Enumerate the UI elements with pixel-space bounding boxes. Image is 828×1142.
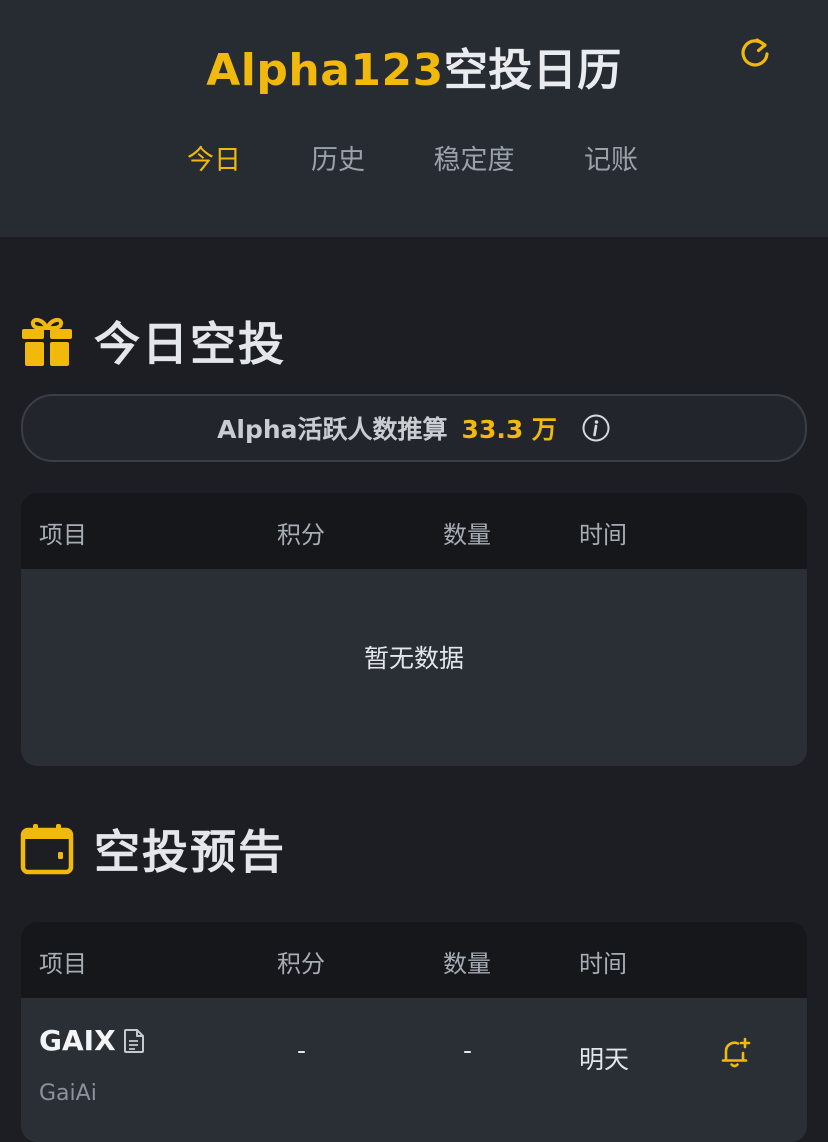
column-header-amount: 数量 (443, 521, 491, 549)
today-section-title: 今日空投 (94, 317, 286, 371)
calendar-icon (20, 824, 74, 875)
preview-section-title: 空投预告 (94, 825, 286, 879)
token-name: GaiAi (39, 1081, 97, 1106)
column-header-amount: 数量 (443, 950, 491, 978)
table-header: 项目 积分 数量 时间 (21, 493, 807, 569)
app-title: Alpha123空投日历 (0, 34, 828, 98)
tab-today[interactable]: 今日 (187, 138, 241, 177)
today-airdrop-table: 项目 积分 数量 时间 暂无数据 (21, 493, 807, 766)
app-title-rest: 空投日历 (443, 45, 622, 96)
app-header: Alpha123空投日历 今日 历史 稳定度 记账 (0, 0, 828, 237)
table-header: 项目 积分 数量 时间 (21, 922, 807, 998)
column-header-points: 积分 (277, 521, 325, 549)
empty-state-text: 暂无数据 (363, 644, 464, 673)
column-header-project: 项目 (39, 950, 87, 978)
active-users-value: 33.3 万 (461, 415, 557, 444)
today-section-header: 今日空投 (20, 311, 286, 371)
tab-bar: 今日 历史 稳定度 记账 (0, 138, 828, 182)
refresh-button[interactable] (734, 32, 778, 76)
refresh-icon (741, 38, 769, 67)
active-users-banner: Alpha活跃人数推算 33.3 万 (21, 394, 807, 462)
column-header-project: 项目 (39, 521, 87, 549)
bell-plus-icon[interactable] (718, 1036, 752, 1070)
time-value: 明天 (579, 1045, 630, 1074)
tab-history[interactable]: 历史 (311, 138, 365, 177)
active-users-label: Alpha活跃人数推算 (217, 415, 448, 444)
tab-bookkeeping[interactable]: 记账 (584, 138, 638, 177)
column-header-time: 时间 (579, 950, 627, 978)
column-header-points: 积分 (277, 950, 325, 978)
points-value: - (297, 1036, 307, 1065)
preview-section-header: 空投预告 (20, 819, 286, 879)
gift-icon (22, 317, 72, 366)
info-icon[interactable] (581, 413, 611, 443)
table-row[interactable]: GAIX GaiAi - - 明天 (21, 998, 807, 1128)
airdrop-preview-table: 项目 积分 数量 时间 GAIX GaiAi - - 明天 (21, 922, 807, 1142)
column-header-time: 时间 (579, 521, 627, 549)
document-icon[interactable] (123, 1028, 145, 1054)
tab-stability[interactable]: 稳定度 (434, 138, 515, 177)
token-symbol: GAIX (39, 1024, 116, 1057)
amount-value: - (463, 1036, 473, 1065)
app-title-accent: Alpha123 (206, 45, 444, 96)
